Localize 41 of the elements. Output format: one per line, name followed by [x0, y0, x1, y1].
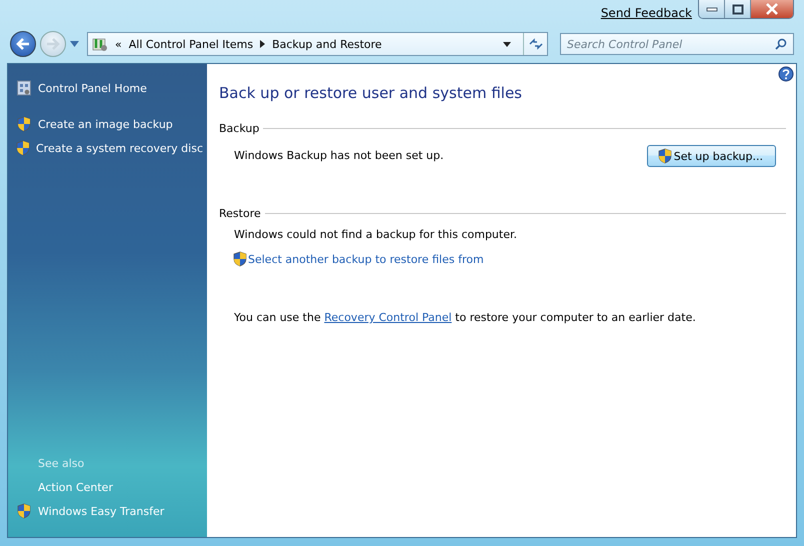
see-also-heading: See also: [37, 456, 86, 472]
address-bar[interactable]: « All Control Panel Items Backup and Restore: [87, 32, 548, 56]
sidebar-link[interactable]: Control Panel Home: [38, 82, 147, 94]
close-button[interactable]: [751, 0, 793, 18]
back-arrow-icon: [16, 38, 30, 50]
recovery-link[interactable]: Recovery Control Panel: [324, 311, 452, 324]
refresh-icon: [528, 38, 542, 50]
overflow-chevron[interactable]: «: [115, 38, 122, 50]
help-icon[interactable]: [778, 66, 794, 82]
shield-icon: [658, 148, 672, 164]
page-title: Back up or restore user and system files: [219, 84, 523, 102]
recovery-note: You can use the Recovery Control Panel to restore your computer to an earlier date.: [234, 311, 697, 324]
sidebar-link[interactable]: Create a system recovery disc: [36, 142, 203, 154]
shield-icon: [17, 116, 31, 132]
maximize-button[interactable]: [725, 0, 751, 18]
dropdown-icon[interactable]: [70, 41, 79, 47]
shield-icon: [17, 503, 31, 519]
minimize-button[interactable]: [699, 0, 725, 18]
control-panel-icon: [17, 80, 31, 96]
breadcrumb[interactable]: Backup and Restore: [272, 38, 382, 50]
breadcrumb[interactable]: All Control Panel Items: [128, 38, 254, 50]
status-text: Windows Backup has not been set up.: [234, 148, 444, 162]
shield-icon: [233, 251, 247, 267]
forward-arrow-icon: [46, 38, 60, 50]
caret-icon: [503, 42, 511, 46]
close-icon: [765, 3, 779, 15]
set-up-backup-button[interactable]: Set up backup...: [646, 145, 776, 167]
maximize-icon: [732, 4, 744, 14]
breadcrumb-arrow-icon[interactable]: [260, 40, 266, 48]
shield-icon: [16, 140, 30, 156]
select-backup-link[interactable]: Select another backup to restore files from: [233, 251, 484, 267]
status-text: Windows could not find a backup for this computer.: [234, 228, 517, 241]
section-heading: Backup: [219, 122, 260, 135]
control-panel-icon: [92, 36, 108, 52]
search-icon: [775, 38, 787, 50]
sidebar-link[interactable]: Create an image backup: [38, 118, 173, 130]
minimize-icon: [706, 6, 718, 12]
back-button[interactable]: [10, 31, 36, 57]
section-heading: Restore: [219, 207, 261, 220]
feedback-link[interactable]: Send Feedback: [600, 6, 692, 20]
search-field[interactable]: Search Control Panel: [560, 33, 794, 55]
